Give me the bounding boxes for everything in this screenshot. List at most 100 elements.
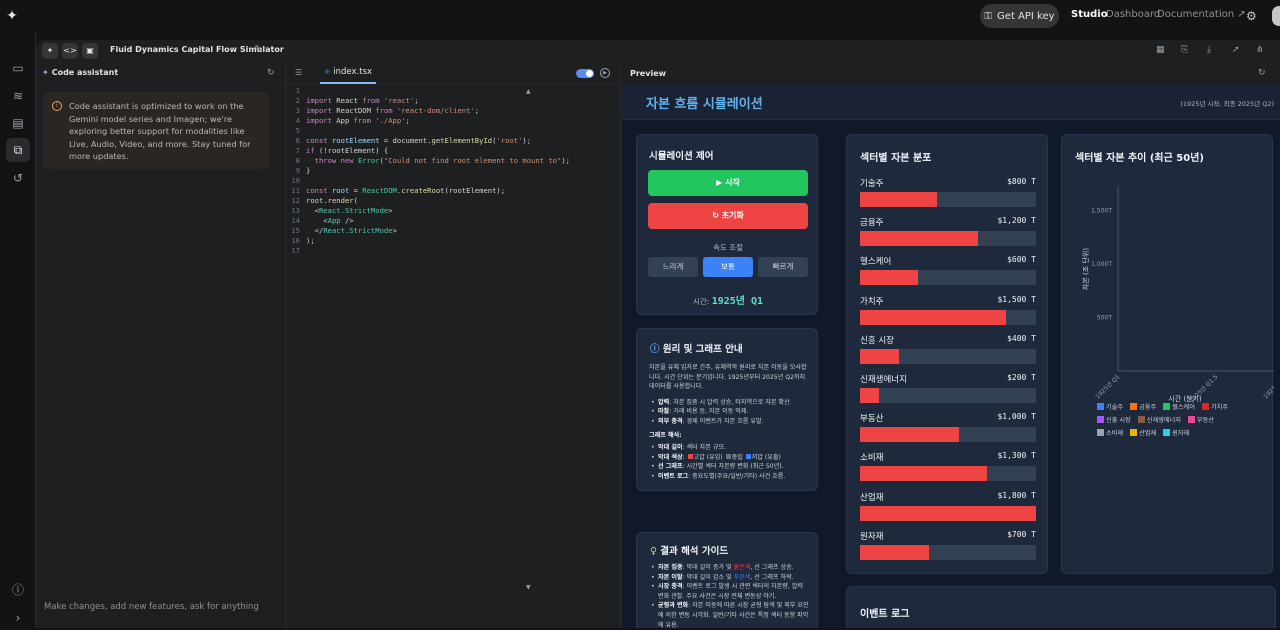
info-icon[interactable]: ⓘ — [6, 578, 30, 602]
nav-dashboard[interactable]: Dashboard — [1106, 9, 1160, 20]
result-guide-title: ♀ 결과 해석 가이드 — [650, 546, 729, 557]
sector-bar-fill — [860, 348, 899, 364]
avatar[interactable] — [1272, 6, 1280, 26]
legend-entry[interactable]: 신재생에너지 — [1137, 414, 1181, 427]
sector-bar-fill — [860, 309, 1007, 325]
event-log-title: 이벤트 로그 — [860, 609, 910, 620]
sector-name: 부동산 — [860, 414, 884, 425]
sector-bar-fill — [860, 270, 919, 286]
legend-entry[interactable]: 소비재 — [1097, 427, 1123, 440]
refresh-icon[interactable]: ↻ — [267, 68, 275, 78]
sector-name: 금융주 — [860, 218, 884, 229]
legend-entry[interactable]: 가치주 — [1201, 401, 1228, 414]
run-play-icon[interactable]: ▶ — [600, 68, 610, 78]
sector-name: 신흥 시장 — [860, 335, 894, 346]
legend-label: 산업재 — [1139, 430, 1157, 437]
sector-bar-fill — [860, 231, 978, 247]
refresh-icon[interactable]: ↻ — [1258, 68, 1266, 78]
legend-swatch — [1163, 429, 1171, 436]
code-content[interactable]: 1 2 import React from 'react'; 3 import Re… — [286, 86, 621, 256]
scroll-up-arrow-icon[interactable]: ▲ — [526, 88, 531, 95]
speed-fast-button[interactable]: 빠르게 — [758, 257, 808, 277]
sector-name: 신재생에너지 — [860, 375, 907, 385]
sector-value: $1,300 T — [997, 451, 1036, 461]
nav-studio[interactable]: Studio — [1071, 9, 1108, 20]
lightbulb-icon: ♀ — [650, 546, 657, 557]
legend-swatch — [1187, 416, 1195, 423]
code-icon[interactable]: <> — [62, 43, 78, 59]
legend-label: 신흥 시장 — [1106, 417, 1131, 424]
sector-trend-card: 섹터별 자본 추이 (최근 50년) 500T 1,000T 1,500T 1925년… — [1061, 134, 1274, 574]
sector-bar-fill — [860, 505, 1036, 521]
start-button[interactable]: ▶ 시작 — [648, 170, 808, 196]
sector-bar-track — [860, 466, 1036, 482]
legend-entry[interactable]: 신흥 시장 — [1097, 414, 1131, 427]
x-tick-label: 1925년 Q1 — [1094, 373, 1122, 401]
list-item: 압력: 자본 집중 시 압력 상승, 타지역으로 자본 확산. — [649, 398, 809, 408]
build-icon[interactable]: ⧉ — [6, 138, 30, 162]
legend-label: 신재생에너지 — [1146, 417, 1181, 424]
legend-swatch — [1130, 429, 1138, 436]
list-item: 막대 길이: 섹터 자본 규모. — [649, 443, 809, 453]
guide-graph-list: 막대 길이: 섹터 자본 규모. 막대 색상: 고압 (유입) 중립 저압 (유… — [649, 443, 809, 481]
file-list-icon[interactable]: ☰ — [295, 68, 302, 77]
tab-index-tsx[interactable]: ⚛ index.tsx — [320, 62, 377, 84]
autosave-toggle[interactable] — [576, 69, 594, 78]
legend-entry[interactable]: 부동산 — [1187, 414, 1214, 427]
legend-entry[interactable]: 기술주 — [1097, 401, 1123, 414]
history-save-icon[interactable]: ⎘ — [1181, 45, 1188, 55]
sector-value: $1,200 T — [997, 216, 1036, 226]
controls-title: 시뮬레이션 제어 — [649, 151, 714, 162]
preview-label: Preview — [630, 69, 667, 78]
edit-pencil-icon[interactable]: ✎ — [254, 44, 262, 55]
scroll-down-arrow-icon[interactable]: ▼ — [526, 584, 531, 591]
list-item: 자본 이탈: 막대 길이 감소 및 푸른색, 선 그래프 하락. — [649, 573, 809, 583]
expand-chevron-icon[interactable]: › — [6, 606, 30, 630]
legend-label: 소비재 — [1106, 430, 1124, 437]
time-display: 시간: 1925년 Q1 — [692, 296, 764, 307]
save-icon[interactable]: ▦ — [1156, 45, 1165, 55]
speed-slow-button[interactable]: 느리게 — [648, 257, 698, 277]
sector-bar-fill — [860, 388, 880, 403]
sector-bar-row: 신재생에너지 $200 T — [860, 373, 1036, 403]
download-icon[interactable]: ⤓ — [1207, 45, 1211, 55]
sector-bar-row: 부동산 $1,000 T — [860, 412, 1036, 443]
external-link-icon: ↗ — [1237, 9, 1246, 20]
sector-value: $1,500 T — [997, 294, 1036, 304]
time-value: 1925년 Q1 — [711, 296, 764, 307]
chat-icon[interactable]: ▭ — [6, 56, 30, 80]
sparkle-icon[interactable]: ✦ — [42, 43, 58, 59]
legend-entry[interactable]: 헬스케어 — [1163, 401, 1195, 414]
typescript-icon: ⚛ — [324, 68, 331, 76]
sector-bar-fill — [860, 466, 987, 482]
sector-distribution-card: 섹터별 자본 분포 기술주 $800 T 금융주 $1,200 T 헬스케어 $600 T… — [846, 134, 1048, 574]
key-icon: ⚿ — [984, 10, 993, 22]
assistant-prompt-input[interactable]: Make changes, add new features, ask for … — [44, 602, 259, 612]
settings-gear-icon[interactable]: ⚙ — [1246, 9, 1257, 23]
ai-studio-logo-icon[interactable]: ✦ — [3, 7, 21, 25]
preview-toggle-icon[interactable]: ▣ — [82, 43, 98, 59]
guide-card: ⓘ 원리 및 그래프 안내 자본을 유체 입자로 간주, 유체역학 원리로 자본… — [636, 328, 818, 491]
legend-swatch — [1201, 403, 1209, 410]
speed-normal-button[interactable]: 보통 — [703, 257, 753, 277]
stream-icon[interactable]: ≋ — [6, 84, 30, 108]
reset-button[interactable]: ↻ 초기화 — [648, 203, 808, 229]
assistant-header: ✦ Code assistant — [42, 68, 119, 77]
sector-bar-track — [860, 505, 1036, 521]
legend-entry[interactable]: 금융주 — [1130, 401, 1156, 414]
share-icon[interactable]: ⋔ — [1256, 45, 1264, 55]
sector-name: 헬스케어 — [860, 257, 892, 268]
info-icon: i — [52, 101, 62, 111]
top-bar: ✦ ⚿ Get API key Studio Dashboard Document… — [0, 0, 1280, 32]
get-api-key-button[interactable]: ⚿ Get API key — [980, 4, 1059, 28]
speed-label: 속도 조절 — [713, 243, 743, 252]
media-icon[interactable]: ▤ — [6, 111, 30, 135]
list-item: 이벤트 로그: 중요도별(주요/일반/기타) 사건 흐름. — [649, 472, 809, 482]
history-icon[interactable]: ↺ — [6, 166, 30, 190]
x-tick-label: 1925년 Q2 — [1262, 373, 1274, 401]
legend-entry[interactable]: 산업재 — [1130, 427, 1156, 440]
simulator-app: 자본 흐름 시뮬레이션 (1925년 시작, 최종 2025년 Q2) 시뮬레이… — [622, 84, 1280, 628]
deploy-rocket-icon[interactable]: ➚ — [1232, 45, 1240, 55]
legend-entry[interactable]: 원자재 — [1163, 427, 1189, 440]
nav-documentation[interactable]: Documentation ↗ — [1157, 9, 1246, 20]
